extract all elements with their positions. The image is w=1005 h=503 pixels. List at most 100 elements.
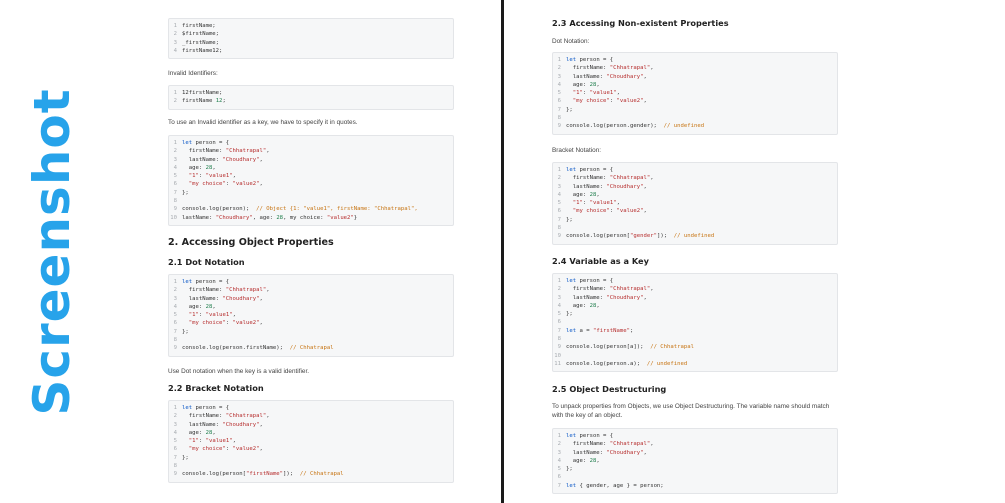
code-text: let a = "firstName"; — [566, 327, 634, 334]
line-number: 2 — [173, 98, 177, 105]
line-number: 1 — [557, 57, 561, 63]
line-number: 2 — [173, 31, 177, 38]
code-text: lastName: "Choudhary", — [566, 449, 647, 456]
line-number: 5 — [557, 90, 561, 97]
code-line: 6 "my choice": "value2", — [169, 319, 453, 327]
code-text: let person = { — [182, 405, 230, 411]
code-text: firstName: "Chhatrapal", — [182, 148, 270, 155]
line-number: 7 — [557, 106, 561, 113]
code-text: "my choice": "value2", — [188, 446, 263, 453]
line-number: 3 — [557, 294, 561, 301]
code-text: age: 28, — [566, 457, 600, 464]
code-text: firstName: "Chhatrapal", — [566, 175, 654, 182]
line-number: 1 — [173, 90, 177, 96]
code-text: let person = { — [566, 167, 614, 173]
code-line: 7}; — [169, 454, 453, 462]
heading-bracket-notation: 2.2 Bracket Notation — [168, 383, 264, 393]
line-number: 8 — [173, 463, 177, 470]
line-number: 6 — [557, 208, 561, 215]
code-text: "1": "value1", — [188, 438, 236, 445]
line-number: 7 — [173, 454, 177, 461]
code-text: $firstName; — [182, 31, 220, 38]
code-line: 2 firstName 12; — [169, 97, 453, 105]
line-number: 3 — [557, 183, 561, 190]
code-text: let person = { — [566, 278, 614, 284]
line-number: 1 — [173, 279, 177, 285]
code-text: let person = { — [182, 279, 230, 285]
line-number: 9 — [557, 233, 561, 240]
code-line: 9 console.log(person[a]); // Chhatrapal — [553, 343, 837, 351]
code-line: 9 console.log(person.gender); // undefine… — [553, 122, 837, 130]
line-number: 4 — [557, 191, 561, 198]
code-line: 4 age: 28, — [169, 303, 453, 311]
code-line: 2 firstName: "Chhatrapal", — [553, 440, 837, 448]
code-text: let person = { — [566, 57, 614, 63]
line-number: 1 — [173, 405, 177, 411]
destructuring-note: To unpack properties from Objects, we us… — [552, 403, 830, 419]
line-number: 4 — [557, 302, 561, 309]
line-number: 6 — [557, 474, 561, 481]
code-line: 3 lastName: "Choudhary", — [553, 294, 837, 302]
code-line: 8 — [553, 114, 837, 122]
line-number: 5 — [173, 438, 177, 445]
code-line: 7 let a = "firstName"; — [553, 327, 837, 335]
code-text: }; — [566, 311, 573, 318]
heading-dot-notation: 2.1 Dot Notation — [168, 257, 245, 267]
code-block-person-log: 1 let person = {2 firstName: "Chhatrapal"… — [168, 135, 454, 226]
code-line: 7 let { gender, age } = person; — [553, 482, 837, 490]
code-text: lastName: "Choudhary", — [566, 73, 647, 80]
line-number: 9 — [557, 123, 561, 130]
code-text: firstName 12; — [182, 98, 226, 105]
code-line: 7}; — [553, 106, 837, 114]
line-number: 4 — [557, 457, 561, 464]
code-line: 4 age: 28, — [553, 302, 837, 310]
code-line: 6 — [553, 318, 837, 326]
code-text: let person = { — [182, 140, 230, 146]
line-number: 4 — [557, 81, 561, 88]
code-text: age: 28, — [182, 303, 216, 310]
line-number: 8 — [173, 198, 177, 205]
code-text: firstName: "Chhatrapal", — [182, 413, 270, 420]
code-line: 6 — [553, 473, 837, 481]
code-text: }; — [566, 466, 573, 473]
code-text: console.log(person["gender"]); // undefi… — [566, 233, 715, 240]
code-text: console.log(person); // Object {1: "valu… — [182, 206, 418, 213]
code-text: age: 28, — [182, 429, 216, 436]
code-line: 5}; — [553, 310, 837, 318]
code-line: 10 lastName: "Choudhary", age: 28, my cho… — [169, 214, 453, 222]
code-line: 5 "1": "value1", — [169, 437, 453, 445]
code-line: 1 let person = { — [169, 278, 453, 286]
code-text: lastName: "Choudhary", — [566, 183, 647, 190]
code-line: 8 — [553, 224, 837, 232]
code-text: firstName: "Chhatrapal", — [182, 287, 270, 294]
code-line: 2 firstName: "Chhatrapal", — [553, 285, 837, 293]
line-number: 7 — [557, 482, 561, 489]
code-text: age: 28, — [182, 164, 216, 171]
code-block-destructuring: 1 let person = {2 firstName: "Chhatrapal"… — [552, 428, 838, 495]
heading-object-destructuring: 2.5 Object Destructuring — [552, 384, 667, 394]
code-text: age: 28, — [566, 81, 600, 88]
code-text: "1": "value1", — [188, 173, 236, 180]
code-text: "my choice": "value2", — [572, 208, 647, 215]
line-number: 3 — [557, 449, 561, 456]
code-line: 1 let person = { — [553, 277, 837, 285]
code-line: 1 let person = { — [553, 56, 837, 64]
code-text: firstName: "Chhatrapal", — [566, 441, 654, 448]
line-number: 5 — [557, 466, 561, 473]
line-number: 8 — [173, 337, 177, 344]
line-number: 5 — [557, 200, 561, 207]
code-line: 3 lastName: "Choudhary", — [169, 421, 453, 429]
code-line: 3 _firstName; — [169, 39, 453, 47]
code-line: 3 lastName: "Choudhary", — [553, 449, 837, 457]
line-number: 1 — [173, 23, 177, 29]
line-number: 3 — [173, 295, 177, 302]
code-block-bracket-notation: 1 let person = { 2 firstName: "Chhatrapal"… — [168, 400, 454, 483]
code-line: 8 — [169, 336, 453, 344]
code-text: age: 28, — [566, 302, 600, 309]
code-text: console.log(person.gender); // undefined — [566, 123, 705, 130]
code-line: 9 console.log(person); // Object {1: "val… — [169, 205, 453, 213]
code-line: 7}; — [169, 189, 453, 197]
dot-notation-note: Use Dot notation when the key is a valid… — [168, 368, 310, 375]
line-number: 1 — [557, 433, 561, 439]
line-number: 2 — [173, 413, 177, 420]
